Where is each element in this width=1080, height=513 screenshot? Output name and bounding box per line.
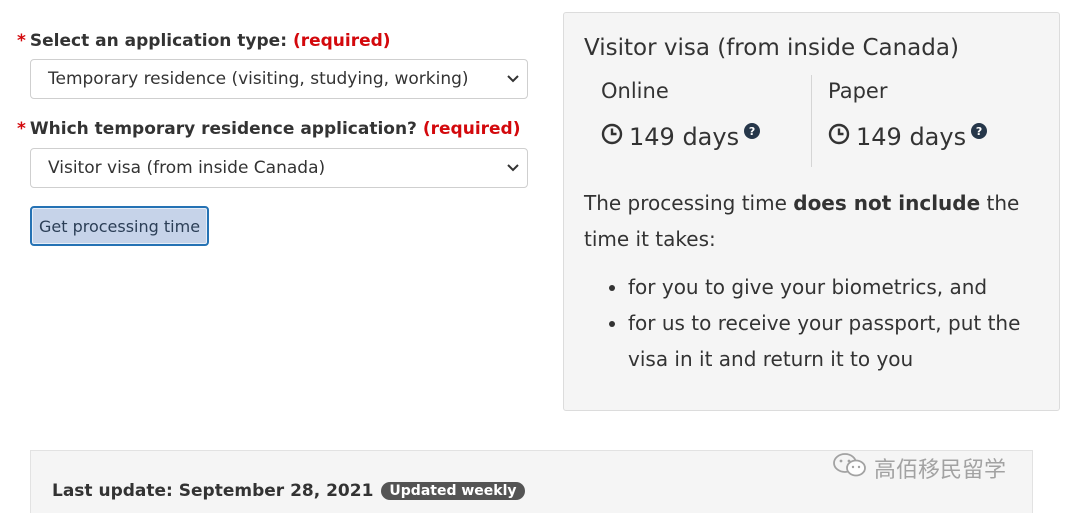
clock-icon	[828, 123, 856, 151]
online-days-value: 149 days	[629, 123, 740, 151]
watermark: 高佰移民留学	[832, 452, 1006, 484]
required-asterisk: *	[17, 119, 26, 139]
tr-application-label: * Which temporary residence application? …	[17, 119, 521, 139]
paper-heading: Paper	[828, 79, 888, 103]
processing-time-panel: Visitor visa (from inside Canada) Online…	[563, 12, 1060, 411]
question-circle-icon[interactable]: ?	[744, 123, 761, 139]
required-marker: (required)	[422, 119, 521, 139]
application-type-label-text: Select an application type:	[29, 31, 288, 51]
application-type-select[interactable]: Temporary residence (visiting, studying,…	[30, 59, 528, 99]
tr-application-label-text: Which temporary residence application?	[29, 119, 417, 139]
paper-days-value: 149 days	[856, 123, 967, 151]
get-processing-time-button[interactable]: Get processing time	[30, 206, 209, 246]
updated-weekly-badge: Updated weekly	[381, 482, 525, 500]
paper-days: 149 days ?	[828, 123, 988, 151]
exclusion-list: for you to give your biometrics, and for…	[584, 269, 1044, 377]
tr-application-select[interactable]: Visitor visa (from inside Canada)	[30, 148, 528, 188]
tr-application-value: Visitor visa (from inside Canada)	[48, 158, 326, 178]
application-type-value: Temporary residence (visiting, studying,…	[48, 69, 469, 89]
application-type-label: * Select an application type: (required)	[17, 31, 391, 51]
chevron-down-icon	[507, 72, 519, 86]
wechat-icon	[832, 452, 874, 484]
last-update-text: Last update: September 28, 2021	[52, 481, 374, 501]
required-marker: (required)	[292, 31, 391, 51]
required-asterisk: *	[17, 31, 26, 51]
processing-note: The processing time does not include the…	[584, 185, 1044, 257]
question-circle-icon[interactable]: ?	[971, 123, 988, 139]
watermark-text: 高佰移民留学	[874, 458, 1007, 483]
last-update: Last update: September 28, 2021 Updated …	[52, 481, 525, 501]
list-item: for us to receive your passport, put the…	[628, 305, 1044, 377]
clock-icon	[601, 123, 629, 151]
note-pre: The processing time	[584, 191, 794, 215]
online-heading: Online	[601, 79, 669, 103]
result-title: Visitor visa (from inside Canada)	[584, 35, 959, 61]
chevron-down-icon	[507, 161, 519, 175]
list-item: for you to give your biometrics, and	[628, 269, 1044, 305]
column-divider	[811, 75, 812, 167]
online-days: 149 days ?	[601, 123, 761, 151]
note-bold: does not include	[793, 191, 981, 215]
